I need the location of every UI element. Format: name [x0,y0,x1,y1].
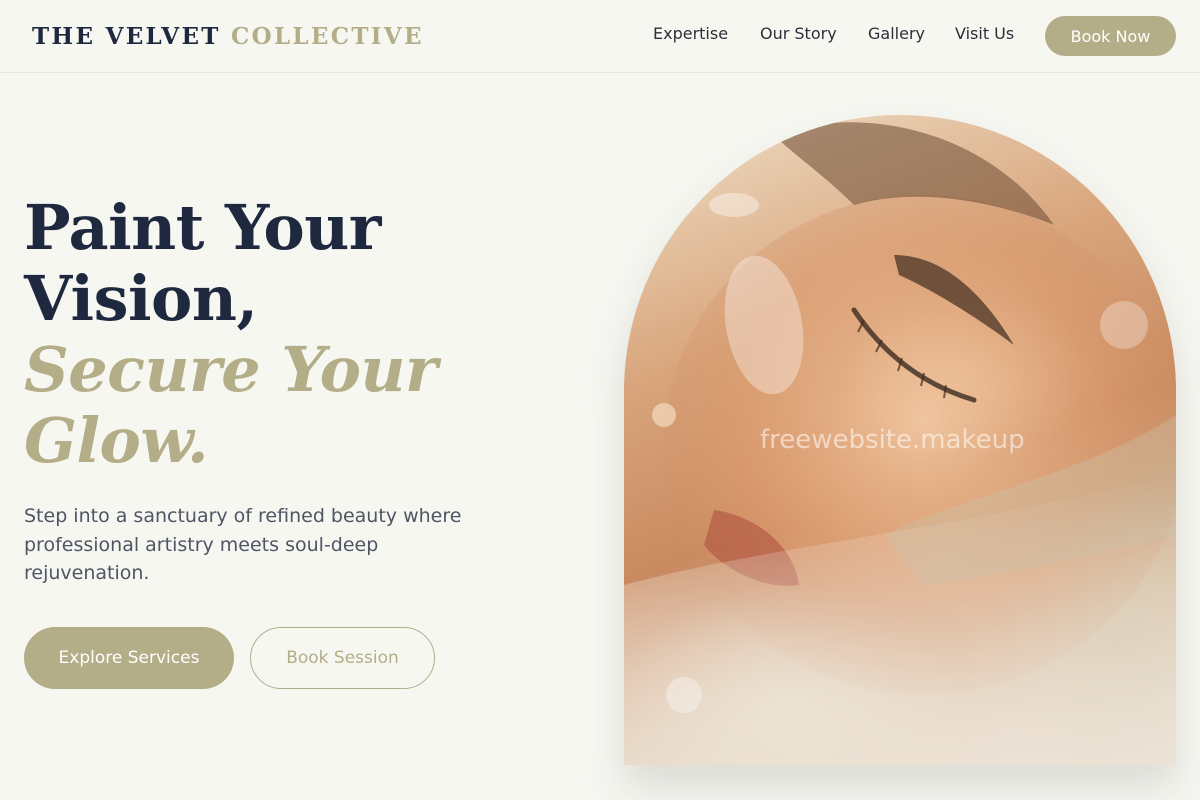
brand-name-primary: THE VELVET [32,23,221,50]
headline-line-2: Vision, [24,262,258,335]
brand-name-accent: COLLECTIVE [231,23,424,50]
book-now-button[interactable]: Book Now [1045,16,1176,56]
hero-headline: Paint Your Vision, Secure Your Glow. [24,192,584,476]
hero-subtitle: Step into a sanctuary of refined beauty … [24,505,462,584]
site-header: THE VELVET COLLECTIVE Expertise Our Stor… [0,0,1200,73]
explore-services-button[interactable]: Explore Services [24,627,234,689]
nav-item-visit-us[interactable]: Visit Us [955,22,1014,46]
brand-logo[interactable]: THE VELVET COLLECTIVE [32,22,424,52]
image-watermark: freewebsite.makeup [760,425,1025,455]
nav-item-expertise[interactable]: Expertise [653,22,728,46]
nav-item-our-story[interactable]: Our Story [760,22,837,46]
nav-item-gallery[interactable]: Gallery [868,22,925,46]
headline-line-1: Paint Your [24,191,381,264]
headline-accent-line-1: Secure Your [24,333,438,406]
headline-accent-line-2: Glow. [24,404,209,477]
book-session-button[interactable]: Book Session [250,627,435,689]
